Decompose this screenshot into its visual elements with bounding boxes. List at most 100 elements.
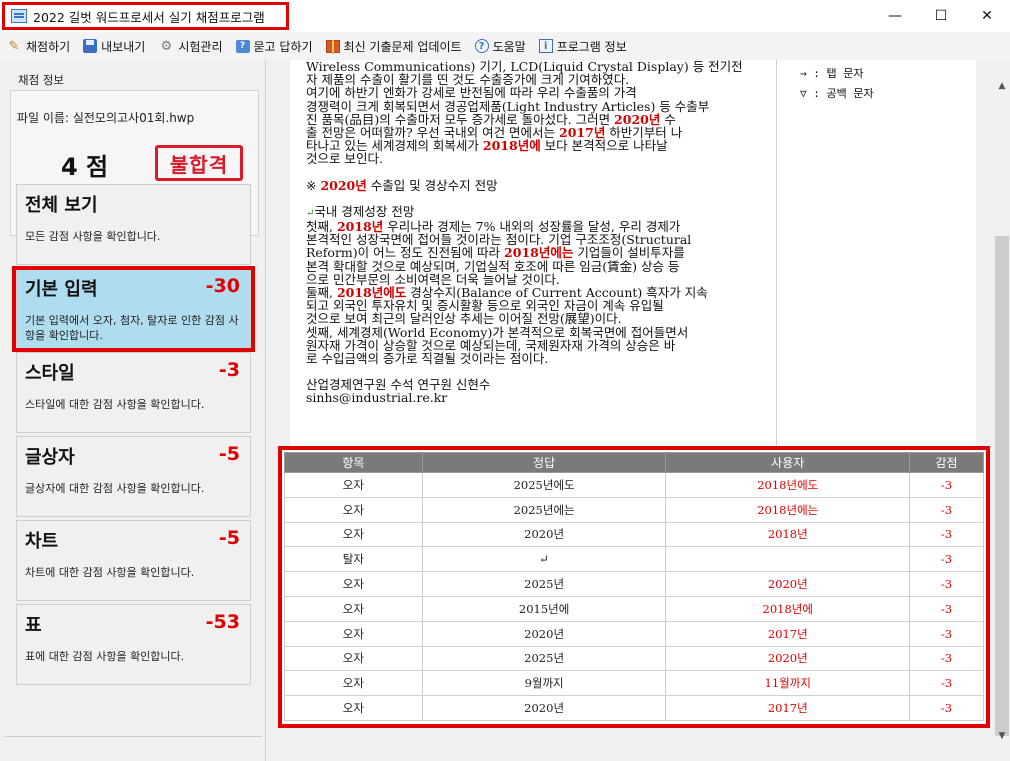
deduction-table-highlight: 항목 정답 사용자 감점 오자 2025년에도 2018년에도 -3 오자 2025년에는… — [278, 446, 990, 728]
table-row[interactable]: 오자 2015년에 2018년에 -3 — [284, 595, 984, 622]
legend-tab: → : 탭 문자 — [800, 67, 864, 80]
category-desc: 모든 감점 사항을 확인합니다. — [25, 230, 161, 243]
program-info-button[interactable]: i 프로그램 정보 — [538, 38, 627, 55]
header-item: 항목 — [284, 452, 423, 473]
category-title: 차트 — [25, 531, 59, 552]
category-desc: 기본 입력에서 오자, 첨자, 탈자로 인한 감점 사항을 확인합니다. — [25, 314, 239, 342]
cell-user — [665, 546, 911, 573]
program-info-button-label: 프로그램 정보 — [556, 39, 627, 54]
symbol-legend: → : 탭 문자 ▽ : 공백 문자 — [800, 64, 874, 104]
cell-answer: 2015년에 — [421, 595, 667, 622]
save-icon — [83, 39, 98, 53]
cell-item: 오자 — [284, 521, 423, 548]
table-row[interactable]: 오자 9월까지 11월까지 -3 — [284, 670, 984, 697]
category-style[interactable]: 스타일 -3 스타일에 대한 감점 사항을 확인합니다. — [16, 352, 251, 433]
cell-item: 오자 — [284, 620, 423, 647]
document-line: ↵국내 경제성장 전망 — [306, 205, 766, 220]
exam-manage-button[interactable]: ⚙ 시험관리 — [158, 38, 223, 55]
qa-button[interactable]: ? 묻고 답하기 — [235, 38, 313, 55]
minimize-button[interactable]: — — [872, 0, 918, 32]
cell-user: 2018년에도 — [665, 472, 911, 498]
cell-user: 2020년 — [665, 645, 911, 672]
scroll-thumb[interactable] — [995, 236, 1009, 736]
maximize-button[interactable]: ☐ — [918, 0, 964, 32]
category-chart[interactable]: 차트 -5 차트에 대한 감점 사항을 확인합니다. — [16, 520, 251, 601]
cell-deduction: -3 — [909, 670, 984, 697]
legend-space: ▽ : 공백 문자 — [800, 87, 874, 100]
cell-item: 오자 — [284, 496, 423, 523]
cell-answer: 2025년 — [421, 571, 667, 597]
cell-item: 오자 — [284, 472, 423, 498]
table-header-row: 항목 정답 사용자 감점 — [284, 452, 984, 473]
category-score: -30 — [205, 275, 240, 297]
table-row[interactable]: 오자 2025년에도 2018년에도 -3 — [284, 472, 984, 498]
grade-button[interactable]: ✎ 채점하기 — [6, 38, 71, 55]
wrong-text: 2018년에 — [482, 138, 541, 154]
scroll-up-icon[interactable]: ▲ — [994, 78, 1010, 94]
category-score: -53 — [205, 611, 240, 633]
table-row[interactable]: 오자 2020년 2018년 -3 — [284, 521, 984, 548]
qa-button-label: 묻고 답하기 — [253, 39, 313, 54]
cell-deduction: -3 — [909, 472, 984, 498]
category-title: 전체 보기 — [25, 195, 98, 216]
toolbar: ✎ 채점하기 내보내기 ⚙ 시험관리 ? 묻고 답하기 최신 기출문제 업데이트… — [0, 32, 1010, 60]
category-all[interactable]: 전체 보기 모든 감점 사항을 확인합니다. — [16, 184, 251, 265]
cell-answer: 2025년에도 — [421, 472, 667, 498]
category-table[interactable]: 표 -53 표에 대한 감점 사항을 확인합니다. — [16, 604, 251, 685]
table-row[interactable]: 오자 2025년에는 2018년에는 -3 — [284, 496, 984, 523]
cell-deduction: -3 — [909, 645, 984, 672]
category-score: -5 — [218, 443, 240, 465]
total-score: 4 점 — [61, 153, 109, 181]
table-row[interactable]: 오자 2025년 2020년 -3 — [284, 645, 984, 672]
cell-deduction: -3 — [909, 620, 984, 647]
cell-item: 오자 — [284, 670, 423, 697]
cell-answer: 2020년 — [421, 695, 667, 721]
cell-item: 탈자 — [284, 546, 423, 573]
category-textbox[interactable]: 글상자 -5 글상자에 대한 감점 사항을 확인합니다. — [16, 436, 251, 517]
export-button[interactable]: 내보내기 — [83, 38, 145, 55]
header-answer: 정답 — [421, 452, 667, 473]
cell-item: 오자 — [284, 645, 423, 672]
cell-deduction: -3 — [909, 595, 984, 622]
update-button[interactable]: 최신 기출문제 업데이트 — [325, 38, 462, 55]
header-user: 사용자 — [665, 452, 911, 473]
cell-user: 2018년에는 — [665, 496, 911, 523]
cell-answer: 2020년 — [421, 620, 667, 647]
scroll-down-icon[interactable]: ▼ — [994, 728, 1010, 744]
cell-answer: ↵ — [421, 546, 667, 573]
category-desc: 글상자에 대한 감점 사항을 확인합니다. — [25, 482, 205, 495]
file-name: 파일 이름: 실전모의고사01회.hwp — [17, 111, 195, 125]
document-page: Wireless Communications) 기기, LCD(Liquid … — [290, 60, 976, 446]
cell-user: 11월까지 — [665, 670, 911, 697]
help-button[interactable]: ? 도움말 — [474, 38, 526, 55]
document-text-run: 수출입 및 경상수지 전망 — [366, 177, 498, 193]
info-icon: i — [538, 39, 553, 53]
header-deduction: 감점 — [909, 452, 984, 473]
table-row[interactable]: 오자 2020년 2017년 -3 — [284, 620, 984, 647]
table-row[interactable]: 오자 2020년 2017년 -3 — [284, 695, 984, 721]
category-score: -5 — [218, 527, 240, 549]
table-row[interactable]: 오자 2025년 2020년 -3 — [284, 571, 984, 597]
close-button[interactable]: ✕ — [964, 0, 1010, 32]
window-controls: — ☐ ✕ — [872, 0, 1010, 32]
left-panel: 파일 이름: 실전모의고사01회.hwp 4 점 불합격 채점 정보 전체 보기… — [0, 60, 266, 761]
cell-item: 오자 — [284, 595, 423, 622]
category-desc: 차트에 대한 감점 사항을 확인합니다. — [25, 566, 195, 579]
vertical-scrollbar[interactable]: ▲ ▼ — [994, 60, 1010, 761]
category-title: 스타일 — [25, 363, 75, 384]
export-button-label: 내보내기 — [101, 39, 146, 54]
page-divider — [776, 60, 777, 446]
cell-answer: 2025년에는 — [421, 496, 667, 523]
category-desc: 스타일에 대한 감점 사항을 확인합니다. — [25, 398, 205, 411]
document-line: 로 수입금액의 증가로 직결될 것이라는 점이다. — [306, 352, 766, 365]
fail-stamp: 불합격 — [155, 145, 243, 181]
update-button-label: 최신 기출문제 업데이트 — [343, 39, 462, 54]
table-row[interactable]: 탈자 ↵ -3 — [284, 546, 984, 573]
help-icon: ? — [474, 39, 489, 53]
category-basic-input[interactable]: 기본 입력 -30 기본 입력에서 오자, 첨자, 탈자로 인한 감점 사항을 … — [16, 268, 251, 349]
document-line: 것으로 보인다. — [306, 152, 766, 165]
category-score: -3 — [218, 359, 240, 381]
category-title: 글상자 — [25, 447, 75, 468]
document-line: ※ 2020년 수출입 및 경상수지 전망 — [306, 179, 766, 192]
qa-icon: ? — [235, 39, 250, 53]
